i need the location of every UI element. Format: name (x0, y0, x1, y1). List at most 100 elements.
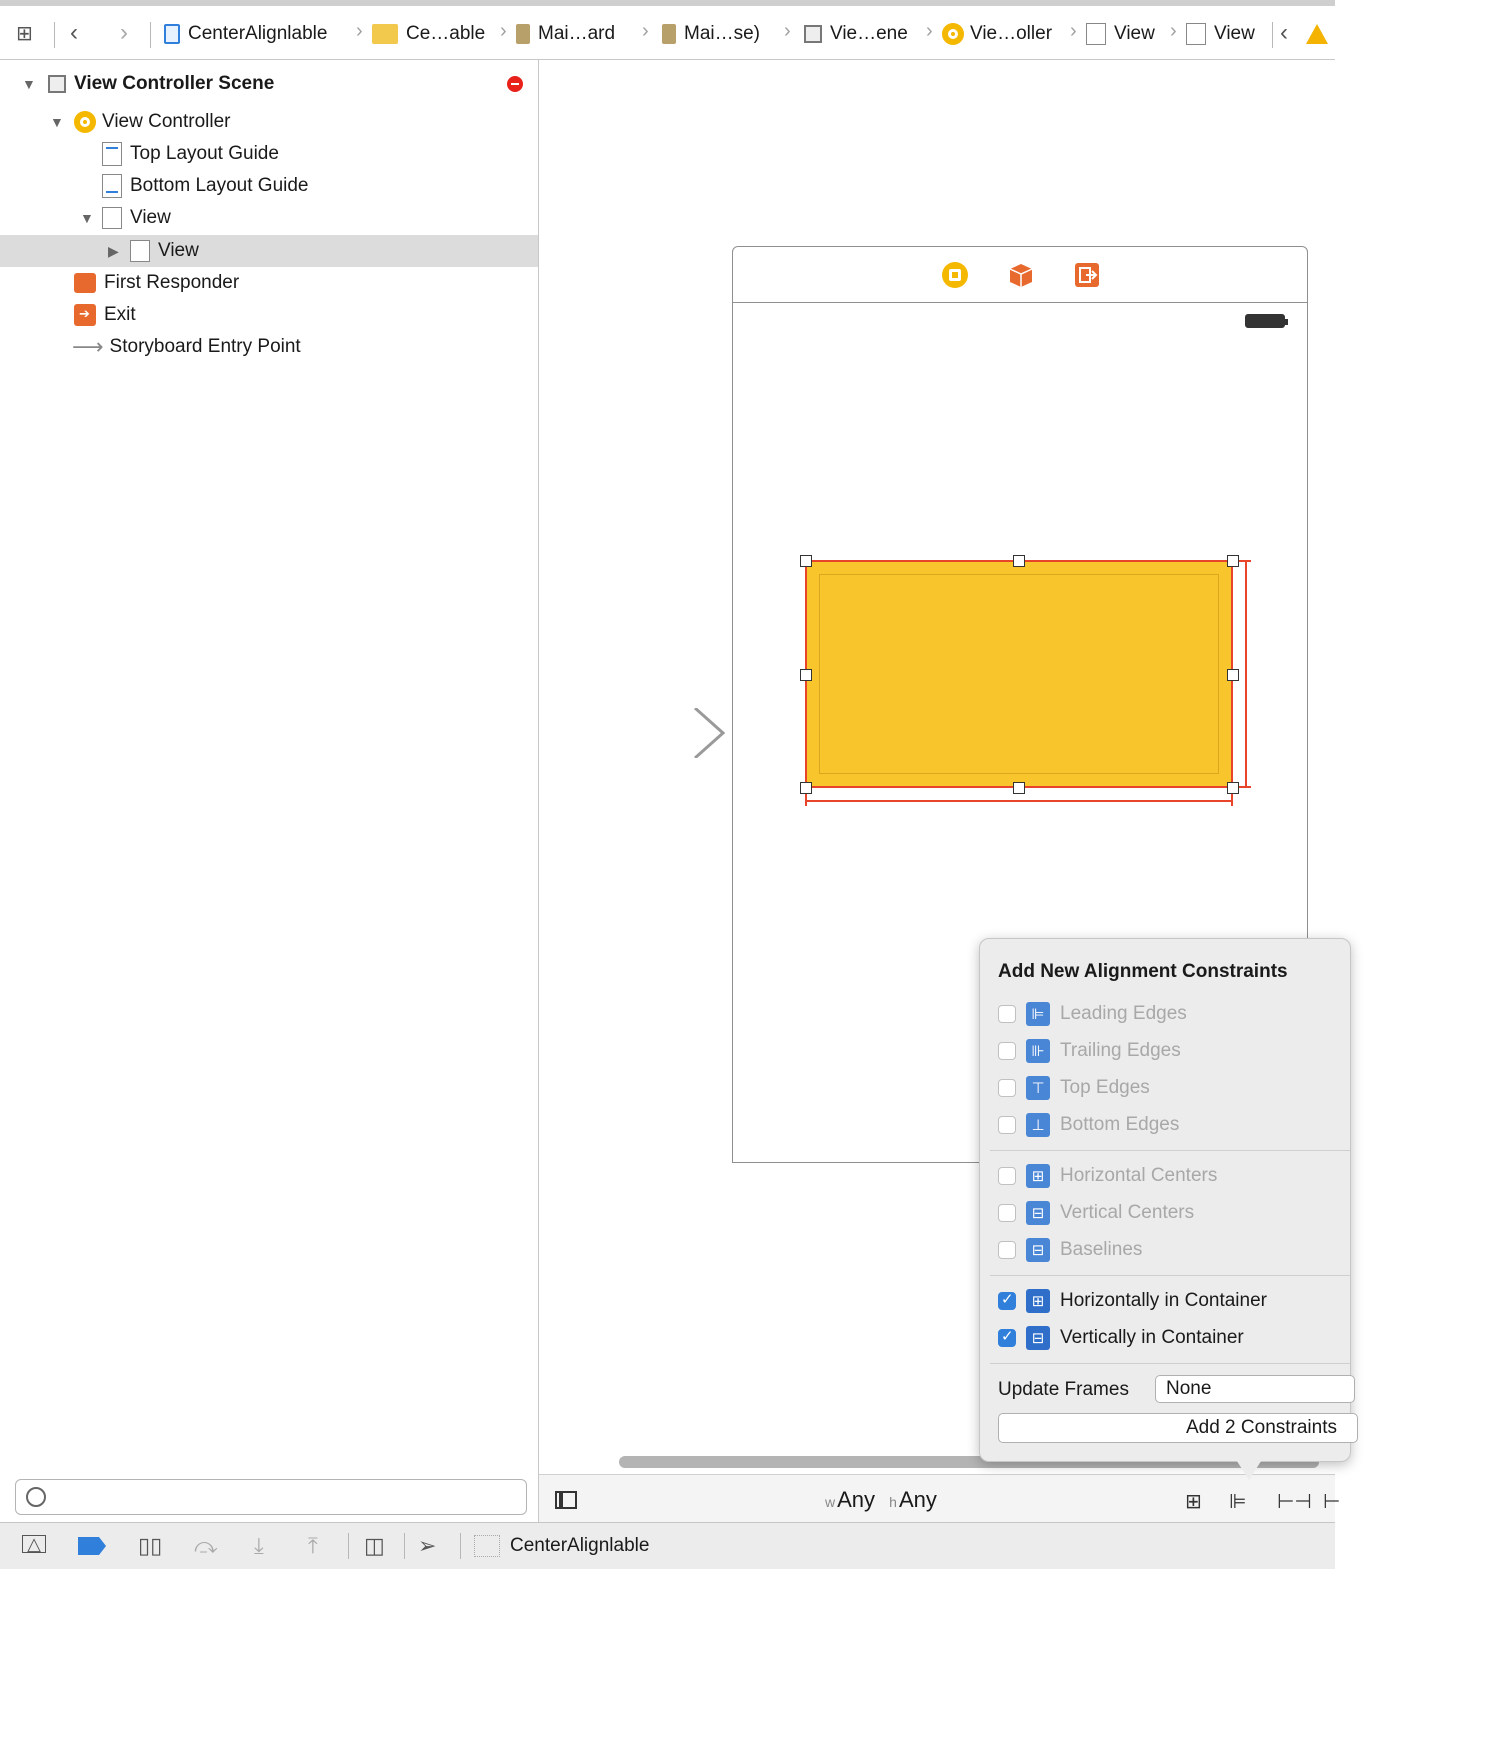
toggle-outline-icon[interactable] (555, 1491, 577, 1509)
horizontal-centers-icon: ⊞ (1026, 1164, 1050, 1188)
outline-item-top-layout-guide[interactable]: Top Layout Guide (0, 138, 538, 170)
view-debugger-icon[interactable]: ◫ (364, 1533, 385, 1559)
exit-icon[interactable] (1073, 261, 1101, 289)
option-horizontal-centers[interactable]: ⊞ Horizontal Centers (998, 1161, 1217, 1191)
step-into-icon[interactable]: ⤓ (254, 1533, 264, 1559)
breakpoints-icon[interactable] (78, 1537, 106, 1555)
baselines-checkbox[interactable] (998, 1241, 1016, 1259)
debug-bar: △ ▯▯ ⤼ ⤓ ⤒ ◫ ➢ CenterAlignlable (0, 1522, 1335, 1569)
resize-handle[interactable] (800, 555, 812, 567)
outline-item-bottom-layout-guide[interactable]: Bottom Layout Guide (0, 170, 538, 202)
vertical-centers-icon: ⊟ (1026, 1201, 1050, 1225)
top-layout-guide-icon (102, 142, 122, 166)
top-edges-checkbox[interactable] (998, 1079, 1016, 1097)
stack-icon[interactable]: ⊞ (1185, 1489, 1202, 1514)
disclosure-open-icon[interactable]: ▼ (22, 76, 36, 92)
horizontal-centers-checkbox[interactable] (998, 1167, 1016, 1185)
resize-handle[interactable] (1013, 555, 1025, 567)
resize-handle[interactable] (1227, 669, 1239, 681)
warning-button[interactable] (1304, 20, 1328, 48)
option-horizontally-in-container[interactable]: ⊞ Horizontally in Container (998, 1286, 1267, 1316)
separator (150, 22, 151, 48)
alignment-constraints-popover: Add New Alignment Constraints ⊫ Leading … (979, 938, 1358, 1462)
step-out-icon[interactable]: ⤒ (308, 1533, 318, 1559)
separator (460, 1533, 461, 1559)
align-icon[interactable]: ⊫ (1229, 1489, 1246, 1514)
disclosure-closed-icon[interactable]: ▶ (108, 243, 119, 260)
document-outline: ▼ View Controller Scene ▼ View Controlle… (0, 60, 539, 1522)
outline-item-first-responder[interactable]: First Responder (0, 267, 538, 299)
leading-edges-checkbox[interactable] (998, 1005, 1016, 1023)
crumb-storyboard[interactable]: Mai…ard (516, 20, 615, 48)
bottom-edges-checkbox[interactable] (998, 1116, 1016, 1134)
entry-point-arrow-icon[interactable] (555, 708, 725, 758)
related-items-icon[interactable]: ⊞ (16, 21, 33, 46)
bottom-edges-icon: ⊥ (1026, 1113, 1050, 1137)
chevron-right-icon: › (642, 20, 649, 42)
resize-handle[interactable] (800, 782, 812, 794)
step-over-icon[interactable]: ⤼ (194, 1533, 218, 1559)
disclosure-open-icon[interactable]: ▼ (80, 210, 94, 226)
vertically-in-container-icon: ⊟ (1026, 1326, 1050, 1350)
update-frames-select[interactable]: None (1155, 1375, 1355, 1403)
error-icon[interactable] (507, 76, 523, 92)
vertically-in-container-checkbox[interactable] (998, 1327, 1016, 1347)
divider (990, 1275, 1350, 1276)
option-baselines[interactable]: ⊟ Baselines (998, 1235, 1142, 1265)
resize-handle[interactable] (1227, 555, 1239, 567)
height-constraint-line (1245, 560, 1247, 788)
jump-bar: ⊞ ‹ › CenterAlignlable › Ce…able › Mai…a… (0, 0, 1335, 60)
first-responder-icon[interactable] (1007, 261, 1035, 289)
option-vertically-in-container[interactable]: ⊟ Vertically in Container (998, 1323, 1244, 1353)
size-class-control[interactable]: wAny hAny (825, 1487, 937, 1513)
disclosure-open-icon[interactable]: ▼ (50, 114, 64, 130)
horizontally-in-container-checkbox[interactable] (998, 1290, 1016, 1310)
add-constraints-button[interactable]: Add 2 Constraints (998, 1413, 1358, 1443)
resize-handle[interactable] (1227, 782, 1239, 794)
crumb-folder[interactable]: Ce…able (372, 20, 485, 48)
pin-icon[interactable]: ⊢⊣ (1277, 1489, 1312, 1514)
crumb-view[interactable]: View (1086, 20, 1155, 48)
trailing-edges-checkbox[interactable] (998, 1042, 1016, 1060)
exit-icon (74, 304, 96, 326)
crumb-view-controller[interactable]: Vie…oller (942, 20, 1052, 48)
outline-item-subview[interactable]: ▶ View (0, 235, 538, 267)
outline-item-view-controller[interactable]: ▼ View Controller (0, 106, 538, 138)
view-controller-icon[interactable] (941, 261, 969, 289)
top-edges-icon: ⊤ (1026, 1076, 1050, 1100)
popover-title: Add New Alignment Constraints (998, 961, 1288, 982)
constraint-tick (1239, 560, 1251, 562)
resize-handle[interactable] (1013, 782, 1025, 794)
previous-issue-icon[interactable]: ‹ (1280, 19, 1288, 47)
vertical-centers-checkbox[interactable] (998, 1204, 1016, 1222)
selected-view[interactable] (805, 560, 1233, 788)
crumb-storyboard-base[interactable]: Mai…se) (662, 20, 760, 48)
option-leading-edges[interactable]: ⊫ Leading Edges (998, 999, 1187, 1029)
pause-icon[interactable]: ▯▯ (138, 1533, 162, 1559)
inner-view[interactable] (819, 574, 1219, 774)
outline-item-scene[interactable]: ▼ View Controller Scene (0, 68, 538, 100)
baselines-icon: ⊟ (1026, 1238, 1050, 1262)
crumb-scene[interactable]: Vie…ene (804, 20, 908, 48)
resolve-issues-icon[interactable]: ⊢ (1323, 1489, 1340, 1514)
option-bottom-edges[interactable]: ⊥ Bottom Edges (998, 1110, 1179, 1140)
option-trailing-edges[interactable]: ⊪ Trailing Edges (998, 1036, 1181, 1066)
resize-handle[interactable] (800, 669, 812, 681)
outline-item-view[interactable]: ▼ View (0, 202, 538, 234)
crumb-project[interactable]: CenterAlignlable (164, 20, 327, 48)
option-top-edges[interactable]: ⊤ Top Edges (998, 1073, 1150, 1103)
chevron-right-icon: › (500, 20, 507, 42)
filter-icon (26, 1487, 46, 1507)
view-controller-icon (74, 111, 96, 133)
hide-debug-area-icon[interactable]: △ (22, 1535, 46, 1553)
constraint-tick (1239, 786, 1251, 788)
option-vertical-centers[interactable]: ⊟ Vertical Centers (998, 1198, 1194, 1228)
outline-item-entry-point[interactable]: ⟶ Storyboard Entry Point (0, 331, 538, 363)
outline-item-exit[interactable]: Exit (0, 299, 538, 331)
folder-icon (372, 24, 398, 44)
back-icon[interactable]: ‹ (70, 19, 78, 47)
location-icon[interactable]: ➢ (418, 1533, 436, 1559)
outline-filter-field[interactable] (15, 1479, 527, 1515)
forward-icon[interactable]: › (120, 19, 128, 47)
crumb-view-selected[interactable]: View (1186, 20, 1255, 48)
